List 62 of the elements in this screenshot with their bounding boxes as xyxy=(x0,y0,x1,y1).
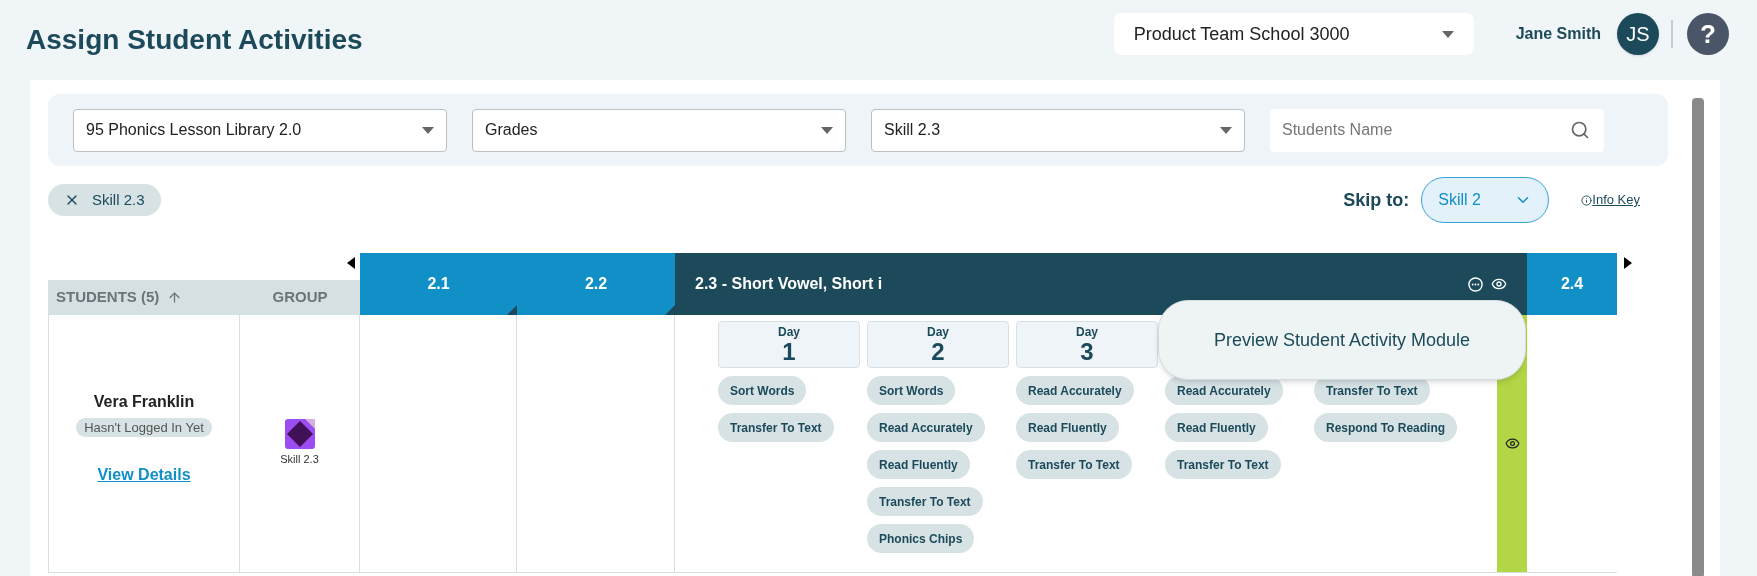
activity-chip[interactable]: Transfer To Text xyxy=(718,413,834,442)
activity-chip[interactable]: Read Accurately xyxy=(867,413,985,442)
avatar[interactable]: JS xyxy=(1617,13,1659,55)
info-key-link[interactable]: Info Key xyxy=(1592,190,1640,210)
skill-column-header[interactable]: 2.1 xyxy=(360,253,517,315)
day-number: 3 xyxy=(1080,339,1094,364)
eye-icon[interactable] xyxy=(1491,276,1507,292)
day-card[interactable]: Day 2 xyxy=(867,321,1009,368)
search-field[interactable]: Students Name xyxy=(1270,108,1604,152)
group-label: Skill 2.3 xyxy=(280,452,319,468)
dropdown-caret-icon xyxy=(821,126,833,134)
activity-chip[interactable]: Transfer To Text xyxy=(1165,450,1281,479)
day-number: 2 xyxy=(931,339,945,364)
skill-column-header[interactable]: 2.4 xyxy=(1527,253,1617,315)
student-name: Vera Franklin xyxy=(93,391,195,412)
scrollbar[interactable] xyxy=(1692,98,1704,576)
skill-column-header[interactable]: 2.3 - Short Vowel, Short i xyxy=(675,253,1527,315)
user-name: Jane Smith xyxy=(1515,24,1601,44)
skip-to-label: Skip to: xyxy=(1343,188,1410,212)
login-status: Hasn't Logged In Yet xyxy=(76,417,212,438)
activity-chip[interactable]: Phonics Chips xyxy=(867,524,975,553)
tooltip: Preview Student Activity Module xyxy=(1158,300,1526,380)
dropdown-caret-icon xyxy=(1220,126,1232,134)
page-title: Assign Student Activities xyxy=(26,23,363,57)
filter-select[interactable]: 95 Phonics Lesson Library 2.0 xyxy=(73,108,447,152)
day-label: Day xyxy=(778,325,800,338)
dropdown-caret-icon xyxy=(1441,30,1454,38)
activity-chip[interactable]: Read Fluently xyxy=(1016,413,1119,442)
filter-select[interactable]: Grades xyxy=(472,108,846,152)
skill-column-header[interactable]: 2.2 xyxy=(517,253,675,315)
search-icon xyxy=(1570,119,1590,140)
day-label: Day xyxy=(1076,325,1098,338)
filter-select[interactable]: Skill 2.3 xyxy=(871,108,1245,152)
activity-chip[interactable]: Read Accurately xyxy=(1016,376,1134,405)
help-button[interactable]: ? xyxy=(1687,13,1729,55)
day-number: 1 xyxy=(782,339,796,364)
corner-triangle-icon xyxy=(507,305,517,315)
students-column-header[interactable]: STUDENTS (5) xyxy=(48,280,240,315)
school-select[interactable]: Product Team School 3000 xyxy=(1113,13,1474,55)
activity-chip[interactable]: Transfer To Text xyxy=(867,487,983,516)
dropdown-caret-icon xyxy=(422,126,434,134)
activity-chip[interactable]: Read Fluently xyxy=(867,450,970,479)
view-details-link[interactable]: View Details xyxy=(97,463,191,488)
group-column-header: GROUP xyxy=(240,280,360,315)
more-options-icon[interactable] xyxy=(1468,276,1483,292)
activity-chip[interactable]: Sort Words xyxy=(718,376,807,405)
activity-chip[interactable]: Sort Words xyxy=(867,376,956,405)
filter-tag-label: Skill 2.3 xyxy=(92,189,145,210)
filter-tag[interactable]: Skill 2.3 xyxy=(48,184,161,216)
activity-chip[interactable]: Read Fluently xyxy=(1165,413,1268,442)
activity-chip[interactable]: Respond To Reading xyxy=(1314,413,1458,442)
scroll-left-arrow-icon[interactable] xyxy=(347,257,355,269)
day-card[interactable]: Day 3 xyxy=(1016,321,1158,368)
eye-icon[interactable] xyxy=(1504,436,1520,451)
activity-chip[interactable]: Transfer To Text xyxy=(1016,450,1132,479)
sort-up-icon xyxy=(167,290,183,305)
scroll-right-arrow-icon[interactable] xyxy=(1624,257,1632,269)
corner-triangle-icon xyxy=(665,305,675,315)
info-icon xyxy=(1581,194,1593,206)
day-label: Day xyxy=(927,325,949,338)
day-card[interactable]: Day 1 xyxy=(718,321,860,368)
group-icon xyxy=(284,419,315,450)
